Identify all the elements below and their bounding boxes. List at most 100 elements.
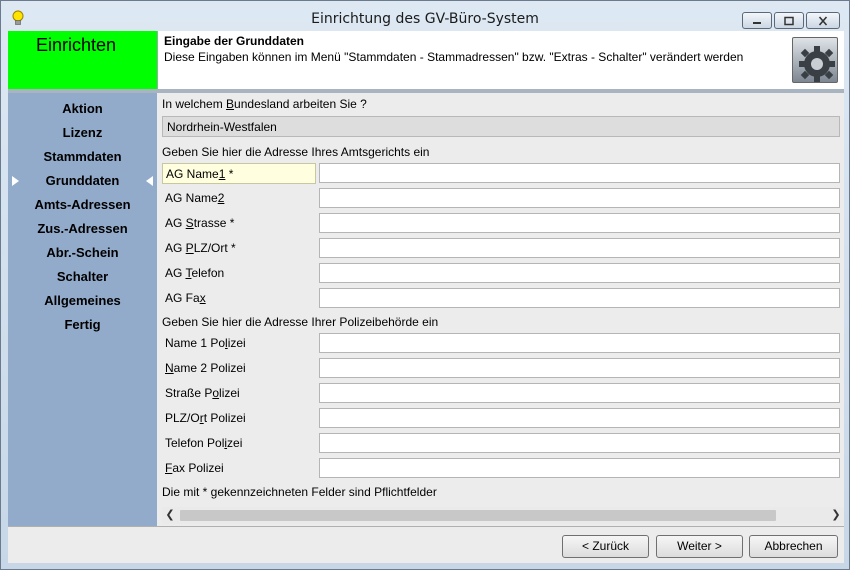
label-text: AG	[165, 266, 186, 280]
wizard-client-area: Einrichten Eingabe der Grunddaten Diese …	[8, 31, 844, 563]
scroll-right-icon[interactable]: ❯	[828, 507, 844, 524]
header-info: Eingabe der Grunddaten Diese Eingaben kö…	[158, 31, 844, 89]
sidebar-item-label: Zus.-Adressen	[37, 221, 128, 236]
label-mnemonic: 2	[217, 191, 225, 205]
police-telefon-input[interactable]	[319, 433, 840, 453]
ag-fax-label: AG Fax	[162, 288, 316, 309]
settings-logo	[792, 37, 838, 83]
maximize-icon	[784, 16, 794, 25]
scroll-left-icon[interactable]: ❮	[162, 507, 178, 524]
sidebar-item-label: Amts-Adressen	[34, 197, 131, 212]
gear-icon	[799, 46, 835, 82]
sidebar-item-fertig[interactable]: Fertig	[8, 315, 157, 335]
sidebar-item-aktion[interactable]: Aktion	[8, 99, 157, 119]
sidebar-item-label: Schalter	[56, 269, 109, 284]
sidebar-item-lizenz[interactable]: Lizenz	[8, 123, 157, 143]
state-select[interactable]: Nordrhein-Westfalen	[162, 116, 840, 137]
police-strasse-label: Straße Polizei	[162, 383, 316, 404]
sidebar-item-schalter[interactable]: Schalter	[8, 267, 157, 287]
label-text: Telefon Pol	[165, 436, 225, 450]
label-text: AG	[165, 216, 186, 230]
wizard-sidebar: Aktion Lizenz Stammdaten Grunddaten Amts…	[8, 93, 157, 526]
close-icon	[818, 15, 828, 26]
state-question-label: In welchem Bundesland arbeiten Sie ?	[162, 97, 367, 111]
wizard-footer: < Zurück Weiter > Abbrechen	[8, 526, 844, 563]
label-text: In welchem	[162, 97, 227, 111]
label-text: AG Fa	[165, 291, 200, 305]
label-text: elefon	[191, 266, 225, 280]
sidebar-item-label: Stammdaten	[43, 149, 122, 164]
title-bar: Einrichtung des GV-Büro-System	[1, 1, 849, 31]
label-text: lizei	[219, 386, 240, 400]
setup-window: Einrichtung des GV-Büro-System Einrichte…	[0, 0, 850, 570]
label-text: Straße P	[165, 386, 213, 400]
sidebar-item-allgemeines[interactable]: Allgemeines	[8, 291, 157, 311]
label-text: AG Name	[166, 167, 219, 181]
ag-fax-input[interactable]	[319, 288, 840, 308]
chevron-right-icon	[12, 176, 19, 186]
ag-telefon-label: AG Telefon	[162, 263, 316, 284]
ag-plz-ort-label: AG PLZ/Ort *	[162, 238, 316, 259]
label-text: AG	[165, 241, 186, 255]
ag-telefon-input[interactable]	[319, 263, 840, 283]
label-text: trasse *	[193, 216, 235, 230]
police-fax-input[interactable]	[319, 458, 840, 478]
ag-plz-ort-input[interactable]	[319, 238, 840, 258]
sidebar-item-zus-adressen[interactable]: Zus.-Adressen	[8, 219, 157, 239]
page-description: Diese Eingaben können im Menü "Stammdate…	[164, 50, 744, 64]
police-name2-label: Name 2 Polizei	[162, 358, 316, 379]
label-text: ame 2 Polizei	[173, 361, 246, 375]
minimize-button[interactable]	[742, 12, 772, 29]
ag-name2-label: AG Name2	[162, 188, 316, 209]
section-label: Einrichten	[36, 35, 117, 55]
sidebar-item-abr-schein[interactable]: Abr.-Schein	[8, 243, 157, 263]
label-text: izei	[227, 336, 246, 350]
form-panel: In welchem Bundesland arbeiten Sie ? Nor…	[158, 93, 844, 526]
sidebar-item-amts-adressen[interactable]: Amts-Adressen	[8, 195, 157, 215]
state-select-value: Nordrhein-Westfalen	[167, 120, 277, 134]
police-heading: Geben Sie hier die Adresse Ihrer Polizei…	[162, 315, 439, 329]
ag-strasse-label: AG Strasse *	[162, 213, 316, 234]
police-plz-ort-label: PLZ/Ort Polizei	[162, 408, 316, 429]
scrollbar-thumb[interactable]	[180, 510, 776, 521]
label-mnemonic: S	[185, 216, 194, 230]
sidebar-item-stammdaten[interactable]: Stammdaten	[8, 147, 157, 167]
sidebar-item-label: Lizenz	[62, 125, 103, 140]
minimize-icon	[753, 21, 761, 24]
back-button[interactable]: < Zurück	[562, 535, 649, 558]
window-title: Einrichtung des GV-Büro-System	[311, 11, 539, 27]
label-text: Name 1 Po	[165, 336, 226, 350]
sidebar-item-label: Abr.-Schein	[46, 245, 119, 260]
label-text: PLZ/O	[165, 411, 200, 425]
label-text: ax Polizei	[172, 461, 224, 475]
maximize-button[interactable]	[774, 12, 804, 29]
police-strasse-input[interactable]	[319, 383, 840, 403]
police-name1-label: Name 1 Polizei	[162, 333, 316, 354]
next-button[interactable]: Weiter >	[656, 535, 743, 558]
sidebar-item-label: Allgemeines	[44, 293, 121, 308]
police-plz-ort-input[interactable]	[319, 408, 840, 428]
required-note: Die mit * gekennzeichneten Felder sind P…	[162, 485, 437, 499]
sidebar-item-label: Aktion	[62, 101, 103, 116]
sidebar-item-grunddaten[interactable]: Grunddaten	[8, 171, 157, 191]
label-text: zei	[227, 436, 243, 450]
label-mnemonic: N	[165, 361, 174, 375]
label-mnemonic: x	[199, 291, 206, 305]
label-text: LZ/Ort *	[193, 241, 236, 255]
ag-name1-input[interactable]	[319, 163, 840, 183]
page-title: Eingabe der Grunddaten	[164, 34, 305, 48]
police-name1-input[interactable]	[319, 333, 840, 353]
label-text: undesland arbeiten Sie ?	[234, 97, 367, 111]
close-button[interactable]	[806, 12, 840, 29]
label-text: *	[225, 167, 234, 181]
horizontal-scrollbar[interactable]: ❮ ❯	[162, 507, 844, 524]
ag-strasse-input[interactable]	[319, 213, 840, 233]
section-banner: Einrichten	[8, 31, 158, 89]
label-text: AG Name	[165, 191, 218, 205]
police-fax-label: Fax Polizei	[162, 458, 316, 479]
ag-name2-input[interactable]	[319, 188, 840, 208]
cancel-button[interactable]: Abbrechen	[749, 535, 838, 558]
court-heading: Geben Sie hier die Adresse Ihres Amtsger…	[162, 145, 430, 159]
police-name2-input[interactable]	[319, 358, 840, 378]
sidebar-item-label: Fertig	[64, 317, 101, 332]
